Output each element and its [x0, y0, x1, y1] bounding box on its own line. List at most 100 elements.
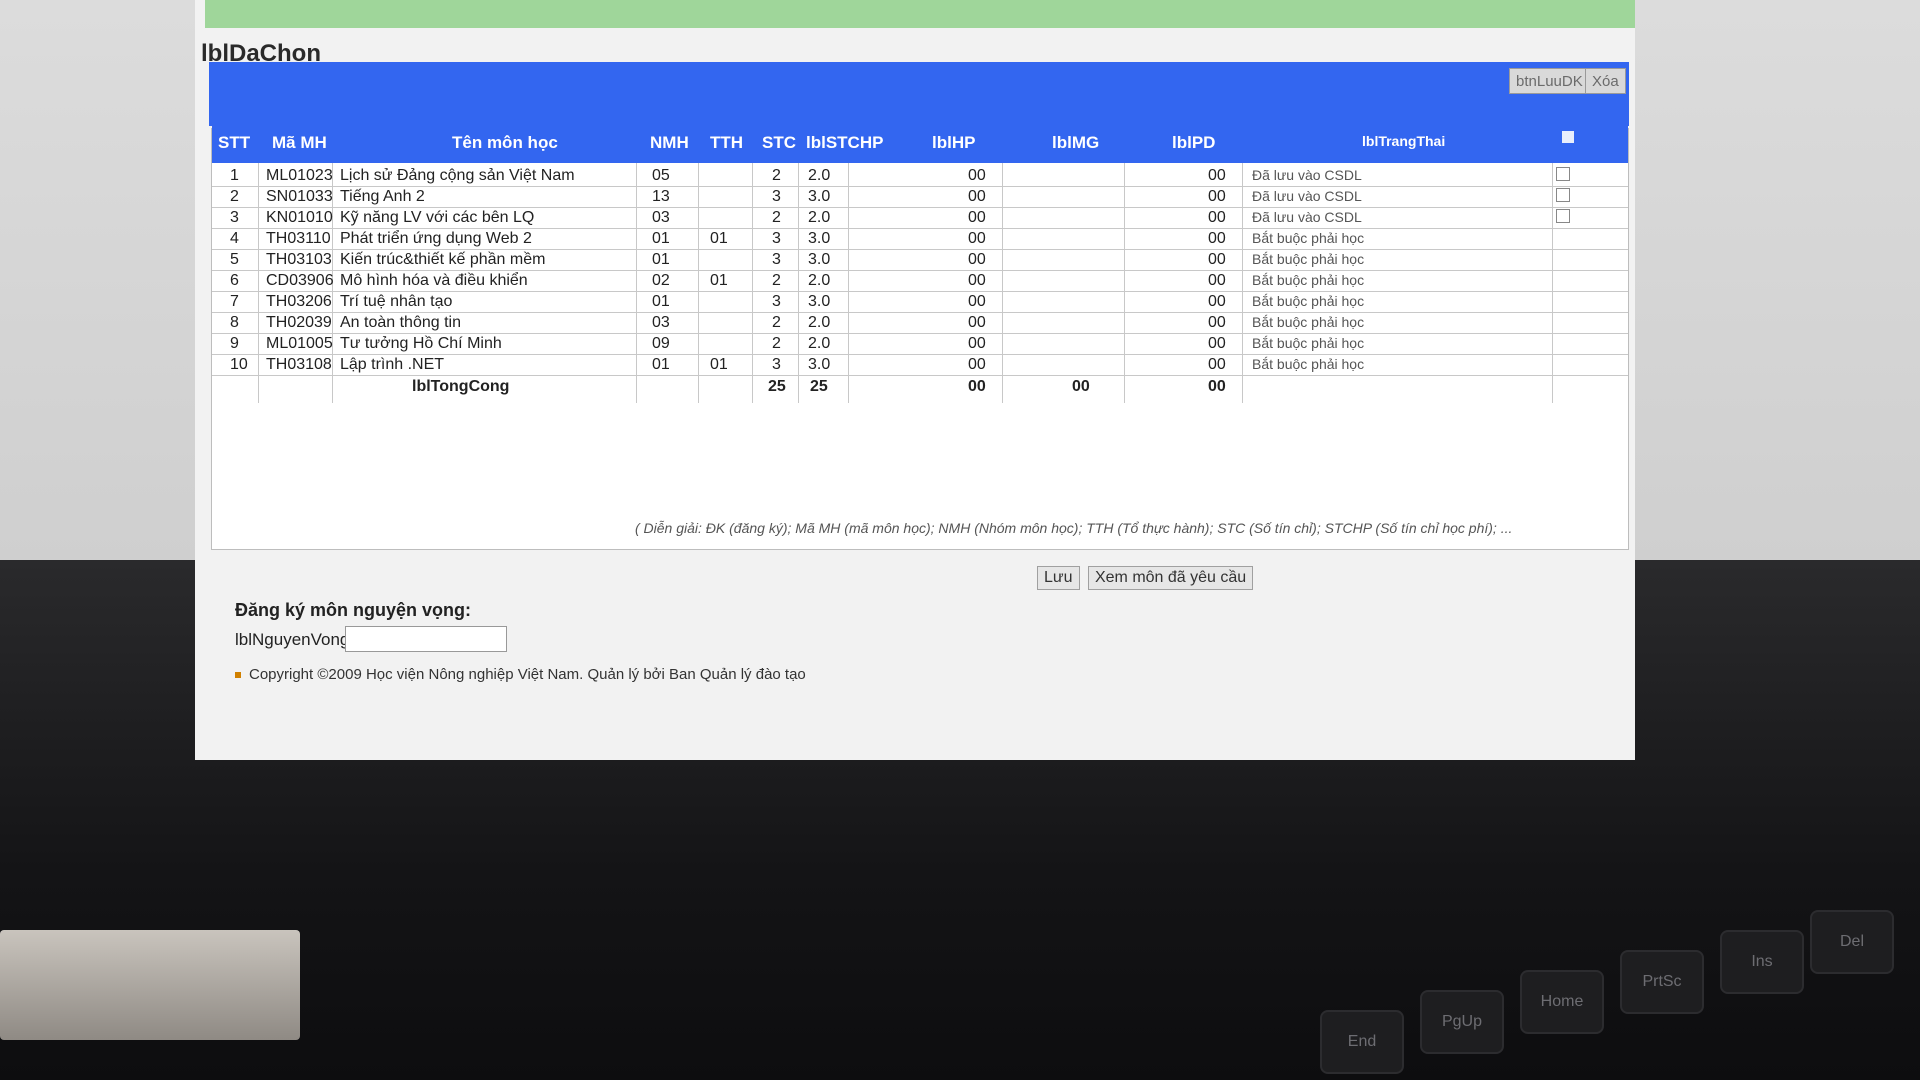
row-code: TH02039 — [266, 314, 332, 331]
col-stchp: lblSTCHP — [806, 133, 884, 152]
table-row: 1 ML01023 Lịch sử Đảng cộng sản Việt Nam… — [212, 165, 1628, 187]
row-tth: 01 — [710, 356, 728, 373]
keyboard-key: PrtSc — [1620, 950, 1704, 1014]
row-pd: 00 — [1208, 314, 1226, 331]
row-stchp: 3.0 — [808, 293, 831, 310]
total-stchp: 25 — [810, 378, 828, 395]
col-nmh: NMH — [650, 133, 689, 152]
row-status: Bắt buộc phải học — [1252, 314, 1365, 330]
row-pd: 00 — [1208, 272, 1226, 289]
row-stc: 3 — [772, 230, 781, 247]
row-hp: 00 — [968, 272, 986, 289]
row-stc: 3 — [772, 356, 781, 373]
delete-button[interactable]: Xóa — [1585, 68, 1626, 94]
row-name: Lập trình .NET — [340, 356, 445, 373]
row-stchp: 2.0 — [808, 335, 831, 352]
row-name: Tiếng Anh 2 — [340, 188, 425, 205]
row-nmh: 01 — [652, 230, 670, 247]
row-stchp: 3.0 — [808, 188, 831, 205]
row-stt: 4 — [230, 230, 239, 247]
row-status: Bắt buộc phải học — [1252, 251, 1365, 267]
keyboard-key: Home — [1520, 970, 1604, 1034]
row-stchp: 3.0 — [808, 356, 831, 373]
wish-registration-title: Đăng ký môn nguyện vọng: — [235, 600, 472, 620]
row-stt: 2 — [230, 188, 239, 205]
row-name: Trí tuệ nhân tạo — [340, 293, 453, 310]
col-stt: STT — [218, 133, 251, 152]
select-all-checkbox[interactable] — [1562, 131, 1574, 143]
total-hp: 00 — [968, 378, 986, 395]
row-pd: 00 — [1208, 356, 1226, 373]
monitor-screen: lblDaChon btnLuuDK Xóa STT Mã MH Tên môn… — [195, 0, 1635, 760]
save-registration-button[interactable]: btnLuuDK — [1509, 68, 1590, 94]
row-nmh: 01 — [652, 293, 670, 310]
row-stt: 10 — [230, 356, 248, 373]
selected-courses-table: STT Mã MH Tên môn học NMH TTH STC lblSTC… — [211, 123, 1629, 550]
row-stc: 3 — [772, 251, 781, 268]
row-checkbox[interactable] — [1556, 209, 1570, 223]
total-label: lblTongCong — [412, 378, 510, 395]
row-hp: 00 — [968, 314, 986, 331]
row-stt: 9 — [230, 335, 239, 352]
row-stt: 1 — [230, 167, 239, 184]
toolbar: btnLuuDK Xóa — [209, 62, 1629, 126]
row-checkbox[interactable] — [1556, 188, 1570, 202]
col-code: Mã MH — [272, 133, 327, 152]
row-hp: 00 — [968, 293, 986, 310]
row-nmh: 01 — [652, 356, 670, 373]
row-name: Tư tưởng Hồ Chí Minh — [340, 335, 502, 352]
table-row: 2 SN01033 Tiếng Anh 2 13 3 3.0 00 00 Đã … — [212, 186, 1628, 208]
row-status: Đã lưu vào CSDL — [1252, 167, 1362, 183]
row-name: Kiến trúc&thiết kế phần mềm — [340, 251, 546, 268]
row-stt: 7 — [230, 293, 239, 310]
row-code: KN01010 — [266, 209, 333, 226]
row-hp: 00 — [968, 209, 986, 226]
bullet-icon — [235, 672, 241, 679]
row-stchp: 2.0 — [808, 167, 831, 184]
row-stt: 8 — [230, 314, 239, 331]
row-pd: 00 — [1208, 293, 1226, 310]
col-name: Tên môn học — [452, 133, 558, 152]
wish-input[interactable] — [345, 626, 507, 652]
row-stchp: 2.0 — [808, 272, 831, 289]
col-hp: lblHP — [932, 133, 976, 152]
col-status: lblTrangThai — [1362, 133, 1446, 149]
row-status: Bắt buộc phải học — [1252, 293, 1365, 309]
row-status: Bắt buộc phải học — [1252, 335, 1365, 351]
total-stc: 25 — [768, 378, 786, 395]
legend-note: ( Diễn giải: ĐK (đăng ký); Mã MH (mã môn… — [635, 520, 1513, 536]
row-code: TH03103 — [266, 251, 332, 268]
row-nmh: 13 — [652, 188, 670, 205]
col-mg: lblMG — [1052, 133, 1100, 152]
row-stchp: 2.0 — [808, 314, 831, 331]
row-hp: 00 — [968, 167, 986, 184]
row-nmh: 05 — [652, 167, 670, 184]
total-mg: 00 — [1072, 378, 1090, 395]
row-stchp: 3.0 — [808, 251, 831, 268]
row-pd: 00 — [1208, 167, 1226, 184]
row-stc: 2 — [772, 272, 781, 289]
row-stc: 2 — [772, 314, 781, 331]
row-stc: 3 — [772, 293, 781, 310]
row-status: Đã lưu vào CSDL — [1252, 188, 1362, 204]
row-stc: 3 — [772, 188, 781, 205]
row-checkbox[interactable] — [1556, 167, 1570, 181]
row-status: Đã lưu vào CSDL — [1252, 209, 1362, 225]
row-hp: 00 — [968, 230, 986, 247]
row-tth: 01 — [710, 230, 728, 247]
row-hp: 00 — [968, 335, 986, 352]
row-stc: 2 — [772, 335, 781, 352]
table-row: 8 TH02039 An toàn thông tin 03 2 2.0 00 … — [212, 312, 1628, 334]
row-stt: 6 — [230, 272, 239, 289]
table-row: 3 KN01010 Kỹ năng LV với các bên LQ 03 2… — [212, 207, 1628, 229]
view-requested-button[interactable]: Xem môn đã yêu cầu — [1087, 566, 1254, 590]
copyright-text: Copyright ©2009 Học viện Nông nghiệp Việ… — [249, 666, 806, 683]
row-name: Mô hình hóa và điều khiển — [340, 272, 528, 289]
col-pd: lblPD — [1172, 133, 1216, 152]
row-stchp: 2.0 — [808, 209, 831, 226]
row-pd: 00 — [1208, 209, 1226, 226]
row-code: TH03206 — [266, 293, 332, 310]
action-buttons: Lưu Xem môn đã yêu cầu — [1037, 566, 1257, 590]
save-button[interactable]: Lưu — [1037, 566, 1080, 590]
row-hp: 00 — [968, 251, 986, 268]
